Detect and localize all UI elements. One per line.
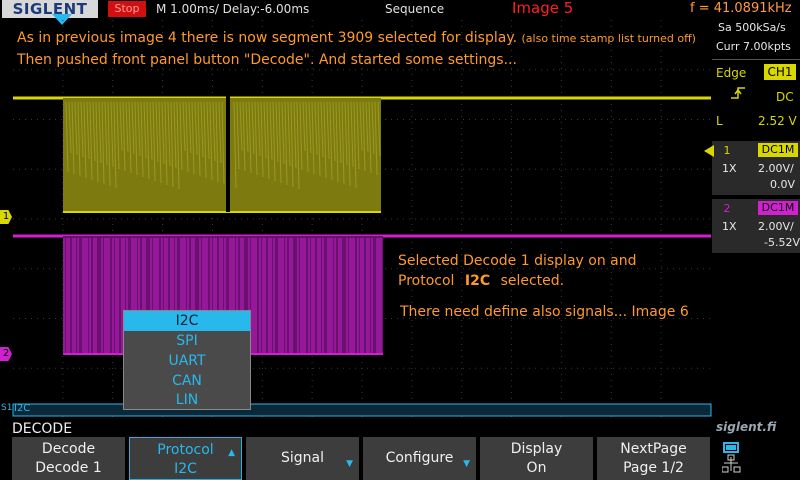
softkey-protocol-label: Protocol: [157, 442, 214, 458]
memory-depth: Curr 7.00kpts: [716, 40, 791, 53]
softkey-configure[interactable]: Configure ▼: [363, 437, 477, 480]
ch2-info[interactable]: 2 DC1M 1X 2.00V/ -5.52V: [712, 199, 800, 253]
trigger-source: CH1: [764, 64, 796, 80]
ch1-waveform: [13, 96, 711, 213]
protocol-option-i2c[interactable]: I2C: [124, 311, 250, 331]
bus-marker: S1: [1, 403, 13, 413]
protocol-option-spi[interactable]: SPI: [124, 331, 250, 351]
softkey-display-value: On: [526, 460, 547, 476]
network-usb-icon: [722, 442, 741, 473]
protocol-option-uart[interactable]: UART: [124, 351, 250, 371]
siglent-logo: SIGLENT: [2, 0, 98, 18]
trigger-panel[interactable]: Edge CH1 DC L 2.52 V: [712, 59, 800, 130]
ch1-coupling: DC1M: [758, 143, 798, 157]
decode-bus-trace: [12, 403, 712, 417]
ch1-info[interactable]: 1 DC1M 1X 2.00V/ 0.0V: [712, 141, 800, 195]
trigger-coupling: DC: [776, 90, 794, 104]
image-tag: Image 5: [512, 0, 574, 17]
ch1-probe: 1X: [722, 162, 737, 175]
graticule: [13, 20, 711, 418]
ch1-offset: 0.0V: [770, 178, 796, 191]
ch1-level-arrow-icon: [704, 145, 714, 157]
rising-edge-icon: [731, 87, 745, 99]
protocol-option-lin[interactable]: LIN: [124, 390, 250, 410]
status-icons: [714, 437, 800, 480]
softkey-signal-label: Signal: [280, 450, 324, 466]
softkey-nextpage-label: NextPage: [620, 441, 687, 457]
top-status-bar: SIGLENT Stop M 1.00ms/ Delay:-6.00ms Seq…: [0, 0, 800, 25]
sample-rate: Sa 500kSa/s: [718, 21, 786, 34]
down-arrow-icon: ▼: [463, 459, 470, 469]
annotation-selected-decode: Selected Decode 1 display on and: [398, 253, 637, 269]
right-info-panel: Sa 500kSa/s Curr 7.00kpts Edge CH1 DC L …: [704, 20, 800, 434]
frequency-counter: f = 41.0891kHz: [690, 1, 792, 16]
trigger-level-label: L: [716, 114, 723, 128]
annotation-line2: Then pushed front panel button "Decode".…: [17, 52, 517, 68]
ch2-number: 2: [723, 202, 731, 215]
softkey-display-label: Display: [510, 441, 563, 457]
protocol-menu[interactable]: I2C SPI UART CAN LIN: [123, 310, 251, 410]
protocol-option-can[interactable]: CAN: [124, 371, 250, 391]
annotation-line1-small: (also time stamp list turned off): [521, 32, 696, 45]
run-stop-indicator[interactable]: Stop: [108, 1, 146, 17]
softkey-configure-label: Configure: [385, 450, 454, 466]
softkey-nextpage-value: Page 1/2: [623, 460, 684, 476]
annotation-protocol-prefix: Protocol: [398, 273, 455, 289]
watermark: siglent.fi: [716, 420, 777, 434]
ch2-coupling: DC1M: [758, 201, 798, 215]
annotation-protocol-suffix: selected.: [500, 273, 565, 289]
softkey-nextpage[interactable]: NextPage Page 1/2: [597, 437, 711, 480]
annotation-protocol: Protocol I2C selected.: [398, 273, 564, 289]
menu-title: DECODE: [12, 421, 73, 437]
annotation-line1-main: As in previous image 4 there is now segm…: [17, 30, 518, 46]
softkey-protocol-value: I2C: [174, 461, 197, 477]
annotation-protocol-value: I2C: [464, 273, 491, 289]
trigger-type: Edge: [716, 66, 747, 80]
ch1-number: 1: [712, 143, 742, 159]
timebase-readout: M 1.00ms/ Delay:-6.00ms: [156, 2, 310, 16]
acquire-mode: Sequence: [385, 2, 445, 16]
ch2-offset: -5.52V: [764, 236, 800, 249]
softkey-decode[interactable]: Decode Decode 1: [12, 437, 126, 480]
bus-label: I2C: [14, 403, 31, 414]
up-arrow-icon: ▲: [228, 448, 235, 458]
waveform-display: [12, 20, 712, 418]
annotation-line1: As in previous image 4 there is now segm…: [17, 30, 696, 46]
ch1-scale: 2.00V/: [758, 162, 794, 175]
softkey-protocol[interactable]: Protocol I2C ▲: [129, 437, 242, 480]
annotation-need-define: There need define also signals... Image …: [400, 304, 689, 320]
ch2-probe: 1X: [722, 220, 737, 233]
softkey-decode-label: Decode: [41, 441, 96, 457]
down-arrow-icon: ▼: [346, 459, 353, 469]
ch2-scale: 2.00V/: [758, 220, 794, 233]
trigger-level-value: 2.52 V: [758, 114, 797, 128]
softkey-decode-value: Decode 1: [35, 460, 102, 476]
softkey-display[interactable]: Display On: [480, 437, 594, 480]
softkey-signal[interactable]: Signal ▼: [246, 437, 360, 480]
